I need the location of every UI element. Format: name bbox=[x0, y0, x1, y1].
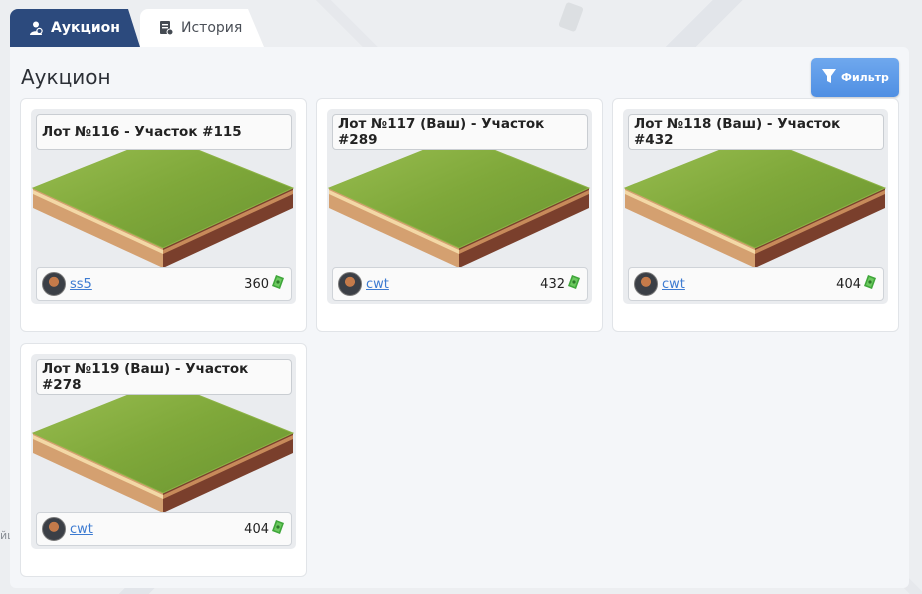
filter-button-label: Фильтр bbox=[841, 71, 889, 84]
filter-button[interactable]: Фильтр bbox=[811, 58, 899, 97]
lot-card-body: Лот №119 (Ваш) - Участок #278 cwt 404 bbox=[31, 354, 296, 549]
tab-auction-label: Аукцион bbox=[51, 20, 120, 36]
tab-auction[interactable]: Аукцион bbox=[10, 9, 140, 47]
lot-price: 432 bbox=[540, 274, 581, 294]
avatar bbox=[42, 272, 66, 296]
funnel-icon bbox=[821, 67, 837, 88]
land-plot-image bbox=[327, 135, 591, 276]
tab-bar: Аукцион История bbox=[10, 9, 264, 47]
lot-card[interactable]: Лот №119 (Ваш) - Участок #278 cwt 404 bbox=[20, 343, 307, 577]
lot-price: 404 bbox=[836, 274, 877, 294]
tab-history-label: История bbox=[181, 20, 243, 36]
price-value: 432 bbox=[540, 276, 565, 292]
owner-row: cwt 404 bbox=[628, 267, 884, 301]
owner-link[interactable]: cwt bbox=[662, 277, 685, 292]
bidder-icon bbox=[28, 20, 44, 36]
lot-card[interactable]: Лот №118 (Ваш) - Участок #432 cwt 404 bbox=[612, 98, 899, 332]
owner-link[interactable]: ss5 bbox=[70, 277, 92, 292]
lot-card[interactable]: Лот №117 (Ваш) - Участок #289 cwt 432 bbox=[316, 98, 603, 332]
auction-panel: Аукцион Фильтр Лот №116 - Участок #115 s… bbox=[10, 47, 909, 588]
land-plot-image bbox=[31, 135, 295, 276]
owner-row: ss5 360 bbox=[36, 267, 292, 301]
avatar bbox=[42, 517, 66, 541]
lot-card[interactable]: Лот №116 - Участок #115 ss5 360 bbox=[20, 98, 307, 332]
cash-icon bbox=[271, 274, 285, 294]
lot-title: Лот №119 (Ваш) - Участок #278 bbox=[36, 359, 292, 395]
owner-link[interactable]: cwt bbox=[70, 522, 93, 537]
lot-price: 360 bbox=[244, 274, 285, 294]
lot-title: Лот №117 (Ваш) - Участок #289 bbox=[332, 114, 588, 150]
lot-price: 404 bbox=[244, 519, 285, 539]
cash-icon bbox=[271, 519, 285, 539]
page-title: Аукцион bbox=[21, 65, 111, 89]
tab-history[interactable]: История bbox=[140, 9, 264, 47]
price-value: 404 bbox=[836, 276, 861, 292]
owner-row: cwt 404 bbox=[36, 512, 292, 546]
avatar bbox=[634, 272, 658, 296]
cash-icon bbox=[863, 274, 877, 294]
land-plot-image bbox=[623, 135, 887, 276]
owner-row: cwt 432 bbox=[332, 267, 588, 301]
lot-card-body: Лот №118 (Ваш) - Участок #432 cwt 404 bbox=[623, 109, 888, 304]
lot-title: Лот №116 - Участок #115 bbox=[36, 114, 292, 150]
lot-card-body: Лот №116 - Участок #115 ss5 360 bbox=[31, 109, 296, 304]
price-value: 404 bbox=[244, 521, 269, 537]
document-list-icon bbox=[158, 20, 174, 36]
cash-icon bbox=[567, 274, 581, 294]
lot-card-body: Лот №117 (Ваш) - Участок #289 cwt 432 bbox=[327, 109, 592, 304]
owner-link[interactable]: cwt bbox=[366, 277, 389, 292]
lot-title: Лот №118 (Ваш) - Участок #432 bbox=[628, 114, 884, 150]
land-plot-image bbox=[31, 380, 295, 521]
avatar bbox=[338, 272, 362, 296]
price-value: 360 bbox=[244, 276, 269, 292]
